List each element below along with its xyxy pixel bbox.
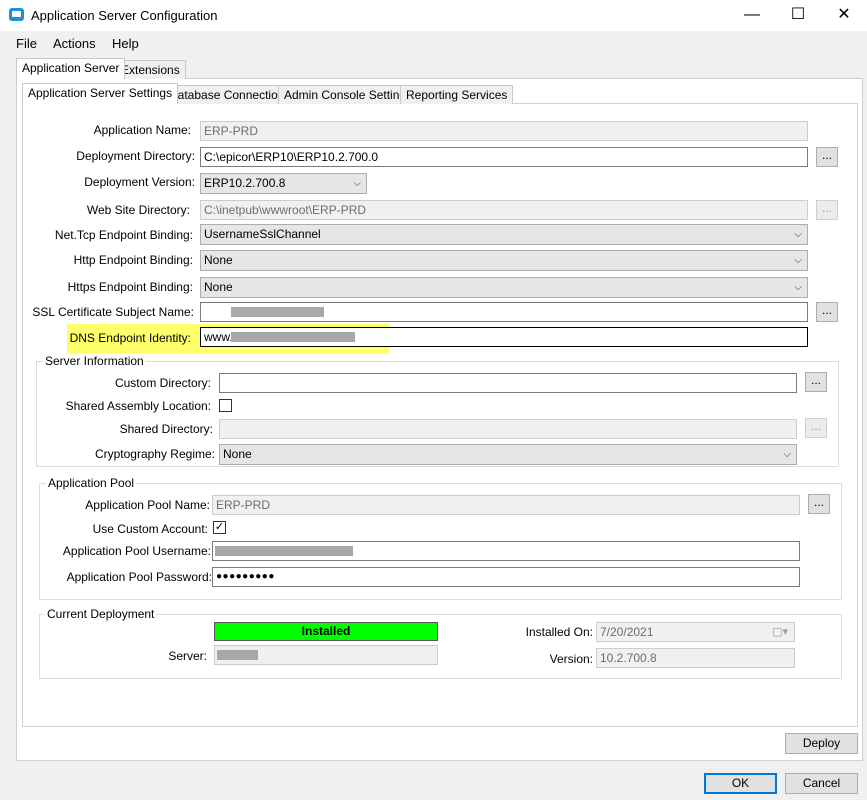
pool-name-browse-button[interactable]: ... — [808, 494, 830, 514]
custom-account-label: Use Custom Account: — [92, 522, 208, 536]
menu-file[interactable]: File — [16, 36, 37, 51]
pool-username-field[interactable] — [212, 541, 800, 561]
app-name-label: Application Name: — [93, 123, 191, 137]
tab-database-connection[interactable]: Database Connection — [163, 85, 291, 104]
ok-button[interactable]: OK — [704, 773, 777, 794]
redacted-value — [217, 650, 258, 660]
ssl-browse-button[interactable]: ... — [816, 302, 838, 322]
version-field[interactable]: 10.2.700.8 — [596, 648, 795, 668]
custom-dir-browse-button[interactable]: ... — [805, 372, 827, 392]
deploy-dir-field[interactable]: C:\epicor\ERP10\ERP10.2.700.0 — [200, 147, 808, 167]
installed-on-value: 7/20/2021 — [600, 625, 654, 639]
https-combo[interactable]: None ⌵ — [200, 277, 808, 298]
pool-name-field[interactable]: ERP-PRD — [212, 495, 800, 515]
cancel-button[interactable]: Cancel — [785, 773, 858, 794]
chevron-down-icon: ⌵ — [353, 178, 361, 189]
calendar-icon: ▢▾ — [772, 626, 788, 638]
crypto-value: None — [223, 447, 252, 461]
deploy-dir-browse-button[interactable]: ... — [816, 147, 838, 167]
shared-dir-field[interactable] — [219, 419, 797, 439]
pool-username-label: Application Pool Username: — [62, 544, 211, 558]
tab-extensions[interactable]: Extensions — [115, 60, 186, 79]
tab-application-server-settings[interactable]: Application Server Settings — [22, 83, 179, 104]
redacted-value — [215, 546, 353, 556]
server-info-legend: Server Information — [43, 354, 146, 368]
nettcp-combo[interactable]: UsernameSslChannel ⌵ — [200, 224, 808, 245]
https-label: Https Endpoint Binding: — [67, 280, 193, 294]
version-label: Version: — [549, 652, 593, 666]
http-label: Http Endpoint Binding: — [73, 253, 193, 267]
http-value: None — [204, 253, 233, 267]
tab-reporting-services[interactable]: Reporting Services — [400, 85, 514, 104]
deploy-ver-combo[interactable]: ERP10.2.700.8 ⌵ — [200, 173, 367, 194]
app-name-field[interactable]: ERP-PRD — [200, 121, 808, 141]
installed-status-badge: Installed — [214, 622, 438, 641]
deploy-dir-label: Deployment Directory: — [76, 149, 195, 163]
app-icon — [9, 8, 24, 21]
dns-field[interactable]: www. — [200, 327, 808, 347]
crypto-combo[interactable]: None ⌵ — [219, 444, 797, 465]
ssl-field[interactable] — [200, 302, 808, 322]
crypto-label: Cryptography Regime: — [94, 447, 215, 461]
ssl-label: SSL Certificate Subject Name: — [32, 305, 194, 319]
chevron-down-icon: ⌵ — [794, 282, 802, 293]
redacted-value — [231, 332, 355, 342]
server-label: Server: — [168, 649, 207, 663]
menu-actions[interactable]: Actions — [53, 36, 96, 51]
current-deployment-legend: Current Deployment — [45, 607, 157, 621]
app-pool-legend: Application Pool — [46, 476, 137, 490]
installed-on-label: Installed On: — [525, 625, 593, 639]
deploy-button[interactable]: Deploy — [785, 733, 858, 754]
chevron-down-icon: ⌵ — [794, 255, 802, 266]
https-value: None — [204, 280, 233, 294]
server-field[interactable] — [214, 645, 438, 665]
pool-password-field[interactable]: ●●●●●●●●● — [212, 567, 800, 587]
website-dir-field[interactable]: C:\inetpub\wwwroot\ERP-PRD — [200, 200, 808, 220]
pool-password-label: Application Pool Password: — [66, 570, 212, 584]
dns-value: www. — [204, 330, 233, 344]
redacted-value — [231, 307, 324, 317]
shared-asm-label: Shared Assembly Location: — [65, 399, 211, 413]
website-dir-label: Web Site Directory: — [86, 203, 190, 217]
window-title: Application Server Configuration — [31, 8, 218, 23]
nettcp-label: Net.Tcp Endpoint Binding: — [54, 228, 193, 242]
deploy-ver-label: Deployment Version: — [84, 175, 195, 189]
nettcp-value: UsernameSslChannel — [204, 227, 321, 241]
close-button[interactable]: ✕ — [821, 0, 867, 31]
chevron-down-icon: ⌵ — [794, 229, 802, 240]
shared-dir-browse-button[interactable]: ... — [805, 418, 827, 438]
dns-label: DNS Endpoint Identity: — [69, 331, 191, 345]
deploy-ver-value: ERP10.2.700.8 — [204, 176, 286, 190]
shared-asm-checkbox[interactable] — [219, 399, 232, 412]
shared-dir-label: Shared Directory: — [119, 422, 213, 436]
custom-account-checkbox[interactable]: ✓ — [213, 521, 226, 534]
pool-name-label: Application Pool Name: — [85, 498, 210, 512]
http-combo[interactable]: None ⌵ — [200, 250, 808, 271]
tab-application-server[interactable]: Application Server — [16, 58, 126, 79]
menu-help[interactable]: Help — [112, 36, 139, 51]
custom-dir-label: Custom Directory: — [114, 376, 211, 390]
tab-admin-console-settings[interactable]: Admin Console Settings — [278, 85, 419, 104]
chevron-down-icon: ⌵ — [783, 449, 791, 460]
website-dir-browse-button[interactable]: ... — [816, 200, 838, 220]
custom-dir-field[interactable] — [219, 373, 797, 393]
installed-on-field[interactable]: 7/20/2021 ▢▾ — [596, 622, 795, 642]
minimize-button[interactable]: — — [729, 0, 775, 31]
maximize-button[interactable]: ☐ — [775, 0, 821, 31]
